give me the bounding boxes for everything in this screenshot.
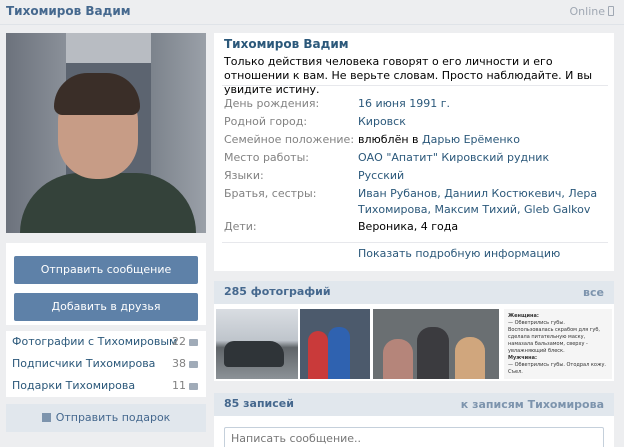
photo-thumb[interactable] [373, 309, 499, 379]
photos-all-link[interactable]: все [583, 286, 604, 299]
wall-link[interactable]: к записям Тихомирова [461, 398, 604, 411]
profile-status: Только действия человека говорят о его л… [224, 55, 593, 96]
profile-info: Тихомиров Вадим Только действия человека… [214, 33, 614, 271]
send-gift-button[interactable]: Отправить подарок [6, 404, 206, 432]
left-column [6, 33, 206, 233]
mobile-icon [608, 6, 614, 16]
photo-thumb[interactable]: Женщина: — Обветрились губы. Воспользова… [504, 309, 612, 379]
camera-icon [189, 339, 198, 346]
gift-icon [189, 383, 198, 390]
profile-name: Тихомиров Вадим [224, 37, 349, 51]
online-status: Online [570, 5, 614, 18]
avatar[interactable] [6, 33, 206, 233]
top-bar: Тихомиров Вадим Online [0, 0, 624, 25]
send-message-button[interactable]: Отправить сообщение [14, 256, 198, 284]
header-title[interactable]: Тихомиров Вадим [6, 4, 131, 18]
partner-link[interactable]: Дарью Ерёменко [422, 133, 520, 146]
show-more-link[interactable]: Показать подробную информацию [358, 247, 560, 260]
gift-icon [41, 413, 51, 422]
photo-thumb[interactable] [300, 309, 370, 379]
photo-thumb[interactable] [216, 309, 298, 379]
wall-block: 85 записей к записям Тихомирова Написать… [214, 393, 614, 447]
wall-header[interactable]: 85 записей к записям Тихомирова [214, 393, 614, 416]
people-icon [189, 361, 198, 368]
side-link-photos[interactable]: Фотографии с Тихомировым 22 [6, 331, 206, 353]
photos-header[interactable]: 285 фотографий все [214, 281, 614, 304]
side-link-gifts[interactable]: Подарки Тихомирова 11 [6, 375, 206, 397]
side-link-followers[interactable]: Подписчики Тихомирова 38 [6, 353, 206, 375]
post-input[interactable]: Написать сообщение.. [224, 427, 604, 447]
photos-block: 285 фотографий все Женщина: — Обветрилис… [214, 281, 614, 381]
actions-card: Отправить сообщение Добавить в друзья [6, 243, 206, 325]
add-friend-button[interactable]: Добавить в друзья [14, 293, 198, 321]
side-links: Фотографии с Тихомировым 22 Подписчики Т… [6, 331, 206, 397]
